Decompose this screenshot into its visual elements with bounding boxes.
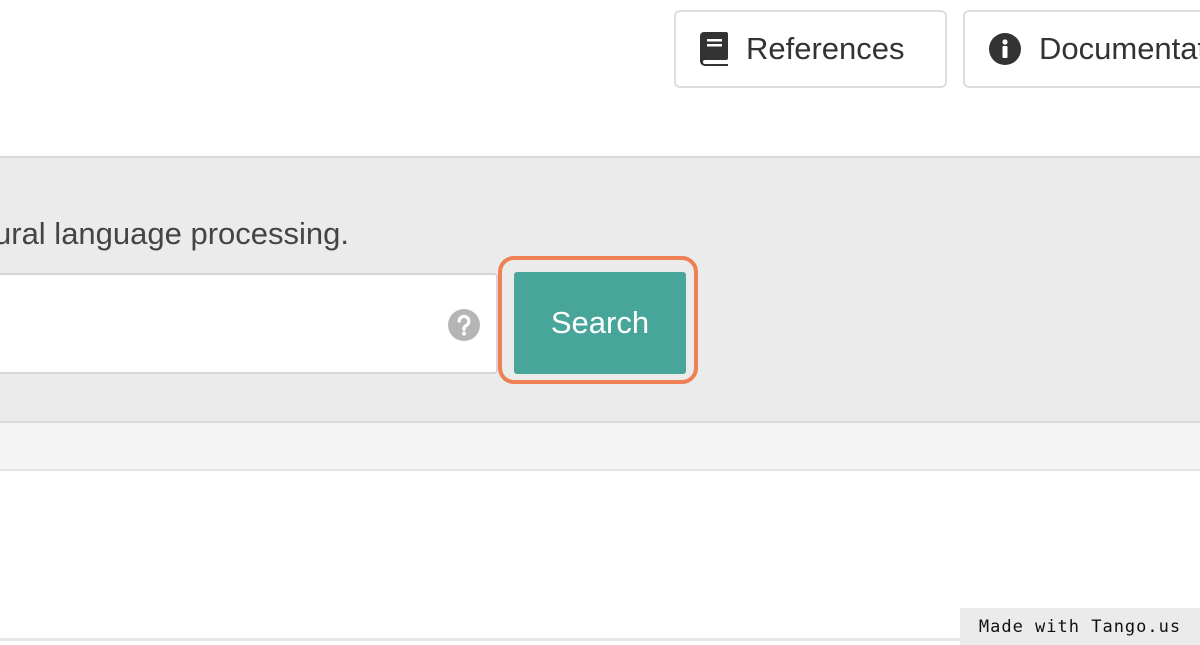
results-bar [0, 423, 1200, 471]
search-description: ural language processing. [0, 216, 350, 251]
book-icon [700, 32, 728, 66]
search-button[interactable]: Search [514, 272, 686, 374]
info-icon [989, 33, 1021, 65]
search-panel: ural language processing. Search [0, 156, 1200, 423]
documentation-button[interactable]: Documentation [963, 10, 1200, 88]
question-circle-icon[interactable] [448, 309, 480, 341]
references-label: References [746, 31, 905, 66]
page: References Documentation ural language p… [0, 0, 1200, 645]
search-input[interactable] [0, 275, 438, 372]
search-input-container[interactable] [0, 273, 498, 374]
documentation-label: Documentation [1039, 31, 1200, 66]
references-button[interactable]: References [674, 10, 947, 88]
tango-watermark: Made with Tango.us [960, 608, 1200, 645]
